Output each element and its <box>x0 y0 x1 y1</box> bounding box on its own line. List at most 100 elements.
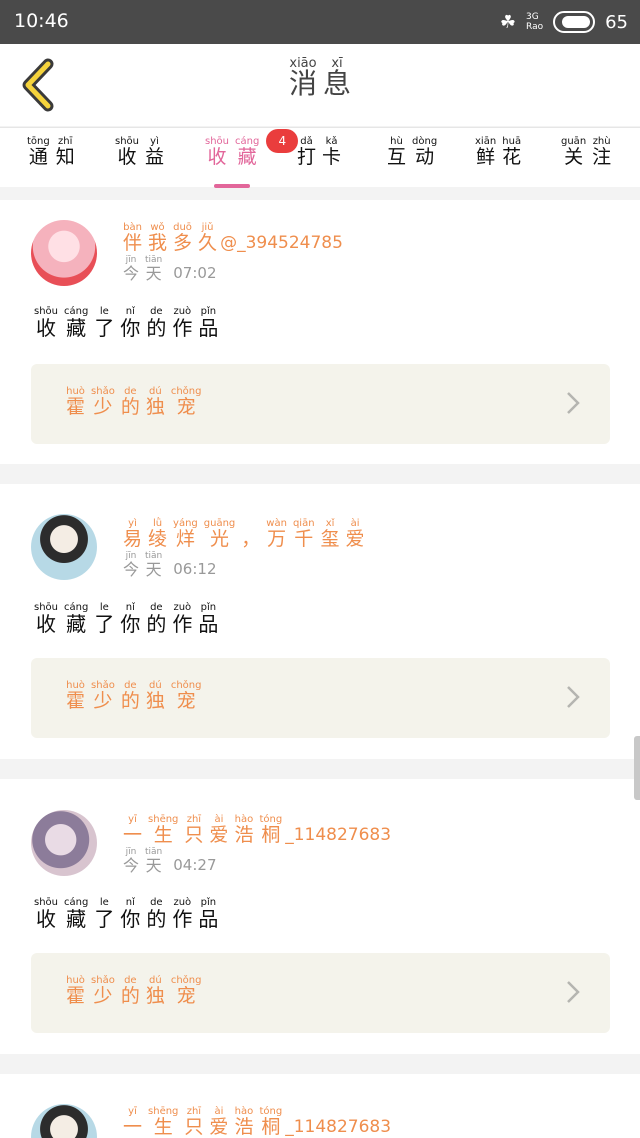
tab-checkin[interactable]: dǎ 打 kǎ 卡 <box>294 136 344 184</box>
ruby-char: huā 花 <box>502 136 521 167</box>
ruby-char: lǜ 绫 <box>148 518 167 549</box>
ruby-char: cáng 藏 <box>235 136 259 167</box>
ruby-char: shōu 收 <box>115 136 139 167</box>
work-title: huò 霍 shǎo 少 de 的 dú 独 chǒng 宠 <box>63 386 204 417</box>
hanzi: 宠 <box>176 690 196 712</box>
hanzi: 的 <box>146 612 167 636</box>
ruby-char: shōu 收 <box>205 136 229 167</box>
hanzi: 作 <box>172 612 193 636</box>
ruby-char: zuò 作 <box>172 602 192 634</box>
ruby-char: dú 独 <box>146 975 165 1006</box>
hanzi: 的 <box>146 907 167 931</box>
hanzi: 万 <box>267 528 287 550</box>
hanzi: 你 <box>120 907 141 931</box>
hanzi: 关 <box>564 146 584 168</box>
ruby-char: nǐ 你 <box>120 306 140 338</box>
work-link[interactable]: huò 霍 shǎo 少 de 的 dú 独 chǒng 宠 <box>31 953 610 1033</box>
page-title: xiāo 消 xī 息 <box>0 57 640 100</box>
ruby-char: ài 爱 <box>209 814 228 845</box>
hanzi: 你 <box>120 612 141 636</box>
ruby-char: zuò 作 <box>172 306 192 338</box>
hanzi: 收 <box>207 146 227 168</box>
hanzi: 生 <box>153 1116 173 1138</box>
hanzi: 玺 <box>320 528 340 550</box>
ruby-char: xī 息 <box>323 57 352 100</box>
ruby-char: wàn 万 <box>266 518 287 549</box>
hanzi: 久 <box>198 232 218 254</box>
ruby-char: yī 一 <box>123 1106 142 1137</box>
hanzi: 卡 <box>322 146 342 168</box>
hanzi: 藏 <box>66 907 87 931</box>
ruby-char: dú 独 <box>146 680 165 711</box>
ruby-char: shōu 收 <box>34 602 58 634</box>
hanzi: 今 <box>123 856 140 875</box>
hanzi: 了 <box>94 907 115 931</box>
hanzi: 浩 <box>234 1116 254 1138</box>
timestamp: 06:12 <box>173 560 217 578</box>
ruby-char: huò 霍 <box>66 386 85 417</box>
avatar[interactable] <box>31 810 97 876</box>
hanzi: 互 <box>387 146 407 168</box>
hanzi: 天 <box>145 264 162 283</box>
hanzi: 收 <box>36 612 56 636</box>
hanzi: 今 <box>123 560 140 579</box>
active-tab-indicator <box>214 184 251 188</box>
hanzi: 息 <box>323 67 352 100</box>
tab-flowers[interactable]: xiān 鲜 huā 花 <box>472 136 524 184</box>
work-title: huò 霍 shǎo 少 de 的 dú 独 chǒng 宠 <box>63 680 204 711</box>
ruby-char: zhù 注 <box>592 136 611 167</box>
hanzi: 绫 <box>148 528 168 550</box>
ruby-char: yì 易 <box>123 518 142 549</box>
work-link[interactable]: huò 霍 shǎo 少 de 的 dú 独 chǒng 宠 <box>31 658 610 738</box>
hanzi: ， <box>241 528 261 550</box>
avatar[interactable] <box>31 1104 97 1138</box>
hanzi: 了 <box>94 316 115 340</box>
message-time: jīn 今 tiān 天 06:12 <box>120 550 217 578</box>
tab-label: shōu 收 cáng 藏 <box>202 136 262 167</box>
avatar[interactable] <box>31 514 97 580</box>
message-action: shōu 收 cáng 藏 le 了 nǐ 你 de 的 zuò 作 pǐn 品 <box>31 897 221 929</box>
work-link[interactable]: huò 霍 shǎo 少 de 的 dú 独 chǒng 宠 <box>31 364 610 444</box>
sender-name[interactable]: yì 易 lǜ 绫 yáng 烊 guāng 光 ， wàn 万 qiān 千 xǐ 玺 ài 爱 <box>120 518 368 549</box>
hanzi: 少 <box>93 985 113 1007</box>
sender-id: _114827683 <box>285 825 392 845</box>
avatar[interactable] <box>31 220 97 286</box>
header: xiāo 消 xī 息 <box>0 44 640 126</box>
sender-name[interactable]: bàn 伴 wǒ 我 duō 多 jiǔ 久 @_394524785 <box>120 222 343 253</box>
tab-notifications[interactable]: tōng 通 zhī 知 <box>24 136 78 184</box>
ruby-char: dú 独 <box>146 386 165 417</box>
ruby-char: de 的 <box>146 602 166 634</box>
ruby-char: hù 互 <box>387 136 406 167</box>
ruby-char: cáng 藏 <box>64 897 88 929</box>
ruby-char: hào 浩 <box>234 814 253 845</box>
hanzi: 霍 <box>66 396 86 418</box>
ruby-char: ài 爱 <box>209 1106 228 1137</box>
ruby-char: xǐ 玺 <box>321 518 340 549</box>
tab-label: shōu 收 yì 益 <box>112 136 167 167</box>
sender-name[interactable]: yī 一 shēng 生 zhī 只 ài 爱 hào 浩 tóng 桐 _114827683 <box>120 814 391 845</box>
hanzi: 藏 <box>237 146 257 168</box>
ruby-char: hào 浩 <box>234 1106 253 1137</box>
ruby-char: huò 霍 <box>66 680 85 711</box>
ruby-char: kǎ 卡 <box>322 136 341 167</box>
ruby-char: ， <box>241 518 260 549</box>
timestamp: 04:27 <box>173 856 217 874</box>
tab-favorites[interactable]: shōu 收 cáng 藏 4 <box>202 129 299 188</box>
scrollbar[interactable] <box>634 736 640 800</box>
sender-name[interactable]: yī 一 shēng 生 zhī 只 ài 爱 hào 浩 tóng 桐 _114827683 <box>120 1106 391 1137</box>
ruby-char: nǐ 你 <box>120 897 140 929</box>
tab-interaction[interactable]: hù 互 dòng 动 <box>384 136 440 184</box>
hanzi: 益 <box>145 146 165 168</box>
ruby-char: dǎ 打 <box>297 136 316 167</box>
hanzi: 少 <box>93 690 113 712</box>
hanzi: 动 <box>415 146 435 168</box>
ruby-char: qiān 千 <box>293 518 315 549</box>
ruby-char: cáng 藏 <box>64 602 88 634</box>
tab-follows[interactable]: guān 关 zhù 注 <box>558 136 614 184</box>
ruby-char: bàn 伴 <box>123 222 142 253</box>
ruby-char: ài 爱 <box>346 518 365 549</box>
tab-earnings[interactable]: shōu 收 yì 益 <box>112 136 167 184</box>
ruby-char: de 的 <box>121 680 140 711</box>
hanzi: 宠 <box>176 985 196 1007</box>
ruby-char: shōu 收 <box>34 306 58 338</box>
